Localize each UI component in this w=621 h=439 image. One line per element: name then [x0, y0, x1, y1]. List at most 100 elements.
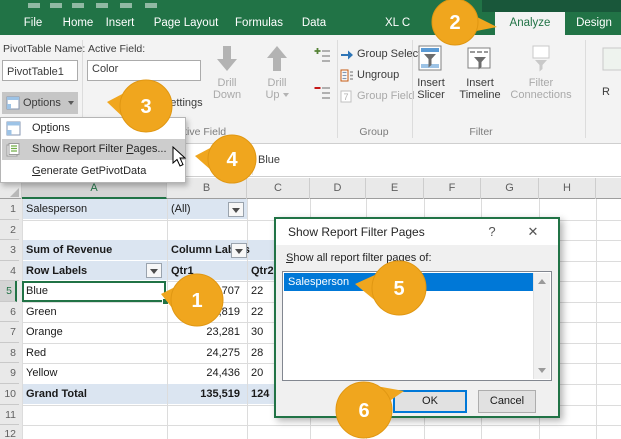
- report-filter-pages-icon: [6, 142, 22, 157]
- tab-design[interactable]: Design: [567, 12, 621, 35]
- row-label-yellow[interactable]: Yellow: [26, 363, 57, 384]
- value-red-q2[interactable]: 28: [251, 343, 263, 363]
- group-separator: [337, 40, 338, 138]
- refresh-label-partial: R: [602, 86, 610, 98]
- group-field-label: Group Field: [357, 88, 414, 105]
- expand-field-button[interactable]: [314, 47, 332, 65]
- group-separator: [585, 40, 586, 138]
- callout-5: 5: [350, 259, 430, 319]
- column-labels-dropdown[interactable]: [231, 243, 247, 258]
- mouse-cursor-icon: [172, 146, 188, 168]
- cell-qtr2-header[interactable]: Qtr2: [251, 261, 274, 281]
- tab-file[interactable]: File: [14, 12, 52, 35]
- group-group-label: Group: [334, 126, 414, 138]
- row-header-6[interactable]: 6: [0, 302, 19, 322]
- callout-2-number: 2: [449, 12, 460, 34]
- insert-slicer-button[interactable]: Insert Slicer: [408, 42, 454, 114]
- column-header-e[interactable]: E: [366, 178, 424, 199]
- pivottable-name-value: PivotTable1: [7, 63, 64, 82]
- grand-total-label[interactable]: Grand Total: [26, 384, 87, 405]
- row-header-1[interactable]: 1: [0, 199, 19, 220]
- pivottable-options-icon: [6, 96, 20, 110]
- callout-6-number: 6: [358, 400, 369, 422]
- scroll-down-icon[interactable]: [538, 368, 546, 373]
- group-selection-icon: [340, 49, 354, 61]
- row-header-3[interactable]: 3: [0, 240, 19, 261]
- menu-item-generate-getpivotdata[interactable]: Generate GetPivotData: [2, 161, 185, 182]
- list-item-label: Salesperson: [288, 273, 349, 291]
- collapse-field-icon: [314, 84, 332, 102]
- callout-1-number: 1: [191, 290, 202, 312]
- grand-total-q1[interactable]: 135,519: [168, 384, 240, 405]
- refresh-icon: [602, 46, 621, 74]
- tab-analyze[interactable]: Analyze: [495, 12, 565, 35]
- row-header-12[interactable]: 12: [0, 425, 19, 439]
- value-blue-q2[interactable]: 22: [251, 281, 263, 302]
- row-label-green[interactable]: Green: [26, 302, 57, 322]
- selected-cell-border[interactable]: [22, 281, 166, 302]
- row-header-2[interactable]: 2: [0, 220, 19, 240]
- callout-3: 3: [100, 78, 176, 136]
- dialog-help-button[interactable]: ?: [482, 219, 502, 245]
- column-header-f[interactable]: F: [424, 178, 481, 199]
- group-field-icon: 7: [340, 90, 354, 103]
- options-button[interactable]: Options: [2, 92, 78, 114]
- formula-bar-value: Blue: [258, 144, 280, 176]
- options-dropdown-caret-icon: [68, 101, 74, 105]
- svg-text:7: 7: [343, 92, 348, 102]
- tab-xl-addin[interactable]: XL C: [385, 12, 430, 35]
- cell-filter-value[interactable]: (All): [171, 199, 191, 220]
- column-header-d[interactable]: D: [310, 178, 366, 199]
- column-header-h[interactable]: H: [539, 178, 596, 199]
- row-header-8[interactable]: 8: [0, 343, 19, 363]
- row-header-4[interactable]: 4: [0, 261, 19, 281]
- filter-value-dropdown[interactable]: [228, 202, 244, 217]
- drill-up-button: Drill Up: [255, 42, 299, 114]
- cell-row-labels[interactable]: Row Labels: [26, 261, 87, 281]
- menu-item-show-report-filter-pages[interactable]: Show Report Filter Pages...: [2, 139, 185, 160]
- grand-total-q2[interactable]: 124: [251, 384, 269, 405]
- insert-timeline-button[interactable]: Insert Timeline: [455, 42, 505, 114]
- value-red-q1[interactable]: 24,275: [168, 343, 240, 363]
- column-header-g[interactable]: G: [481, 178, 539, 199]
- dialog-title: Show Report Filter Pages: [288, 219, 425, 245]
- pivottable-name-label: PivotTable Name:: [3, 43, 85, 55]
- tab-page-layout[interactable]: Page Layout: [146, 12, 226, 35]
- cancel-button[interactable]: Cancel: [478, 390, 536, 413]
- value-orange-q2[interactable]: 30: [251, 322, 263, 343]
- collapse-field-button[interactable]: [314, 84, 332, 102]
- corner-triangle-icon: [10, 188, 19, 197]
- row-header-11[interactable]: 11: [0, 405, 19, 425]
- row-header-7[interactable]: 7: [0, 322, 19, 343]
- refresh-button-partial[interactable]: R: [596, 44, 621, 114]
- cell-measure[interactable]: Sum of Revenue: [26, 240, 112, 261]
- expand-field-icon: [314, 47, 332, 65]
- filter-connections-button: Filter Connections: [508, 42, 574, 114]
- quick-access-toolbar: [0, 0, 300, 10]
- callout-6: 6: [334, 380, 414, 439]
- filter-group-label: Filter: [441, 126, 521, 138]
- row-header-10[interactable]: 10: [0, 384, 19, 405]
- cell-filter-field[interactable]: Salesperson: [26, 199, 87, 220]
- tab-home[interactable]: Home: [58, 12, 98, 35]
- callout-3-number: 3: [140, 96, 151, 118]
- dialog-title-bar[interactable]: Show Report Filter Pages ? ✕: [276, 219, 558, 245]
- value-green-q2[interactable]: 22: [251, 302, 263, 322]
- dropdown-arrow-icon: [232, 208, 240, 213]
- tab-data[interactable]: Data: [296, 12, 332, 35]
- tab-insert[interactable]: Insert: [100, 12, 140, 35]
- value-yellow-q2[interactable]: 20: [251, 363, 263, 384]
- dialog-close-button[interactable]: ✕: [520, 219, 546, 245]
- listbox-scrollbar[interactable]: [533, 273, 550, 379]
- ungroup-icon: [340, 69, 354, 82]
- row-header-9[interactable]: 9: [0, 363, 19, 384]
- row-label-orange[interactable]: Orange: [26, 322, 63, 343]
- value-yellow-q1[interactable]: 24,436: [168, 363, 240, 384]
- pivottable-name-input[interactable]: PivotTable1: [2, 60, 78, 81]
- tab-formulas[interactable]: Formulas: [230, 12, 288, 35]
- scroll-up-icon[interactable]: [538, 279, 546, 284]
- row-header-5[interactable]: 5: [0, 281, 17, 302]
- drill-down-button: Drill Down: [205, 42, 249, 114]
- row-label-red[interactable]: Red: [26, 343, 46, 363]
- callout-1: 1: [152, 268, 228, 334]
